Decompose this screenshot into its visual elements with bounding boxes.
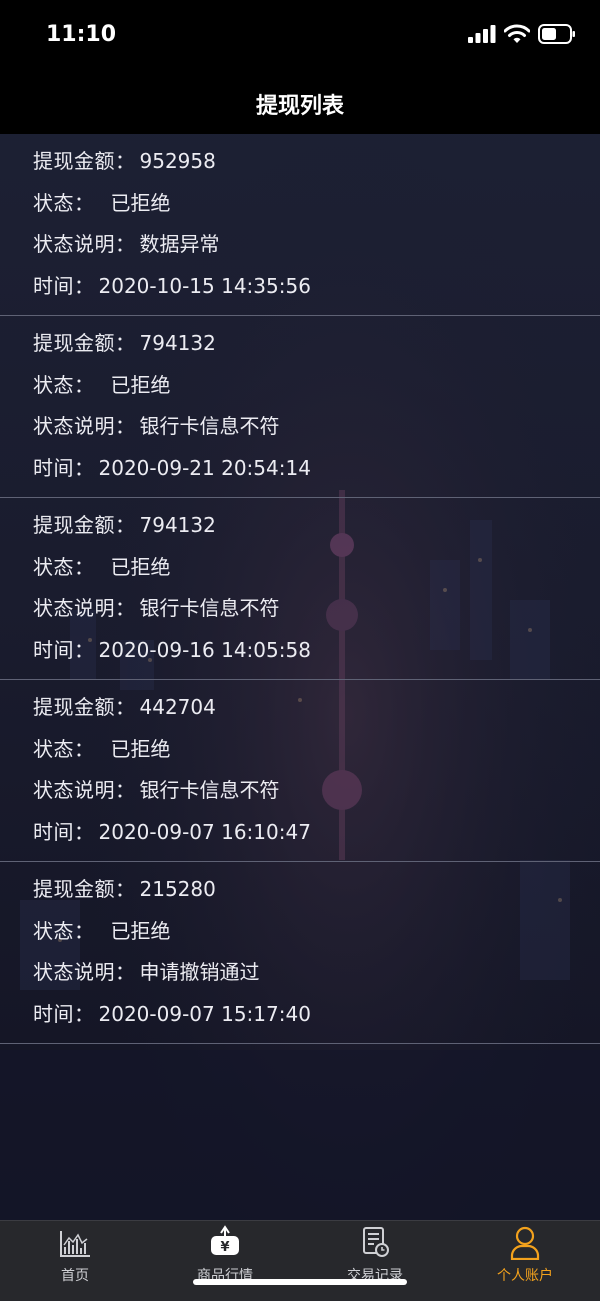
tab-home-label: 首页 xyxy=(61,1268,89,1284)
chart-icon xyxy=(60,1231,90,1257)
tab-home[interactable]: 首页 xyxy=(0,1221,150,1301)
yen-box-icon: ¥ xyxy=(211,1225,239,1255)
status-value: 已拒绝 xyxy=(110,554,171,579)
status-value: 已拒绝 xyxy=(110,918,171,943)
time-value: 2020-09-21 20:54:14 xyxy=(98,455,311,480)
home-indicator[interactable] xyxy=(193,1279,407,1285)
status-value: 已拒绝 xyxy=(110,736,171,761)
time-value: 2020-10-15 14:35:56 xyxy=(98,273,311,298)
time-label: 时间： xyxy=(33,273,95,298)
withdrawal-record[interactable]: 提现金额： 952958 状态： 已拒绝 状态说明： 数据异常 时间： 2020-10-… xyxy=(0,134,600,316)
status-note-value: 申请撤销通过 xyxy=(139,960,260,984)
amount-label: 提现金额： xyxy=(33,331,136,355)
signal-icon xyxy=(468,25,496,43)
status-note-value: 银行卡信息不符 xyxy=(139,596,280,620)
status-label: 状态： xyxy=(33,372,95,397)
time-label: 时间： xyxy=(33,1001,95,1026)
amount-label: 提现金额： xyxy=(33,695,136,719)
tab-market[interactable]: ¥ 商品行情 xyxy=(150,1221,300,1301)
amount-label: 提现金额： xyxy=(33,513,136,537)
amount-label: 提现金额： xyxy=(33,149,136,173)
status-time: 11:10 xyxy=(46,22,117,47)
tab-bar: 首页 ¥ 商品行情 交易记录 个人账户 xyxy=(0,1220,600,1301)
page-title: 提现列表 xyxy=(255,94,344,119)
withdrawal-record[interactable]: 提现金额： 794132 状态： 已拒绝 状态说明： 银行卡信息不符 时间： 2020-… xyxy=(0,316,600,498)
time-label: 时间： xyxy=(33,819,95,844)
battery-icon xyxy=(538,24,575,44)
time-value: 2020-09-16 14:05:58 xyxy=(98,637,311,662)
status-note-label: 状态说明： xyxy=(33,414,136,438)
status-note-value: 银行卡信息不符 xyxy=(139,414,280,438)
svg-text:¥: ¥ xyxy=(220,1240,229,1255)
tab-account[interactable]: 个人账户 xyxy=(450,1221,600,1301)
withdrawal-record[interactable]: 提现金额： 794132 状态： 已拒绝 状态说明： 银行卡信息不符 时间： 2020-… xyxy=(0,498,600,680)
withdrawal-record[interactable]: 提现金额： 215280 状态： 已拒绝 状态说明： 申请撤销通过 时间： 2020-0… xyxy=(0,862,600,1044)
status-label: 状态： xyxy=(33,190,95,215)
time-label: 时间： xyxy=(33,455,95,480)
status-note-value: 数据异常 xyxy=(139,232,220,256)
status-value: 已拒绝 xyxy=(110,372,171,397)
status-label: 状态： xyxy=(33,918,95,943)
status-label: 状态： xyxy=(33,554,95,579)
status-value: 已拒绝 xyxy=(110,190,171,215)
withdrawal-list: 提现金额： 952958 状态： 已拒绝 状态说明： 数据异常 时间： 2020-10-… xyxy=(0,134,600,1044)
status-icons xyxy=(468,24,576,44)
status-bar: 11:10 xyxy=(0,0,600,72)
withdrawal-record[interactable]: 提现金额： 442704 状态： 已拒绝 状态说明： 银行卡信息不符 时间： 2020-… xyxy=(0,680,600,862)
tab-transactions[interactable]: 交易记录 xyxy=(300,1221,450,1301)
time-value: 2020-09-07 15:17:40 xyxy=(98,1001,311,1026)
person-icon xyxy=(510,1226,540,1260)
time-value: 2020-09-07 16:10:47 xyxy=(98,819,311,844)
status-label: 状态： xyxy=(33,736,95,761)
amount-value: 952958 xyxy=(139,149,216,173)
amount-value: 215280 xyxy=(139,877,216,901)
time-label: 时间： xyxy=(33,637,95,662)
amount-value: 442704 xyxy=(139,695,216,719)
document-clock-icon xyxy=(363,1227,389,1257)
amount-value: 794132 xyxy=(139,331,216,355)
amount-value: 794132 xyxy=(139,513,216,537)
tab-account-label: 个人账户 xyxy=(497,1268,553,1284)
status-note-label: 状态说明： xyxy=(33,778,136,802)
amount-label: 提现金额： xyxy=(33,877,136,901)
nav-bar: 提现列表 xyxy=(0,72,600,134)
wifi-icon xyxy=(504,24,530,43)
status-note-label: 状态说明： xyxy=(33,232,136,256)
status-note-label: 状态说明： xyxy=(33,960,136,984)
status-note-label: 状态说明： xyxy=(33,596,136,620)
status-note-value: 银行卡信息不符 xyxy=(139,778,280,802)
